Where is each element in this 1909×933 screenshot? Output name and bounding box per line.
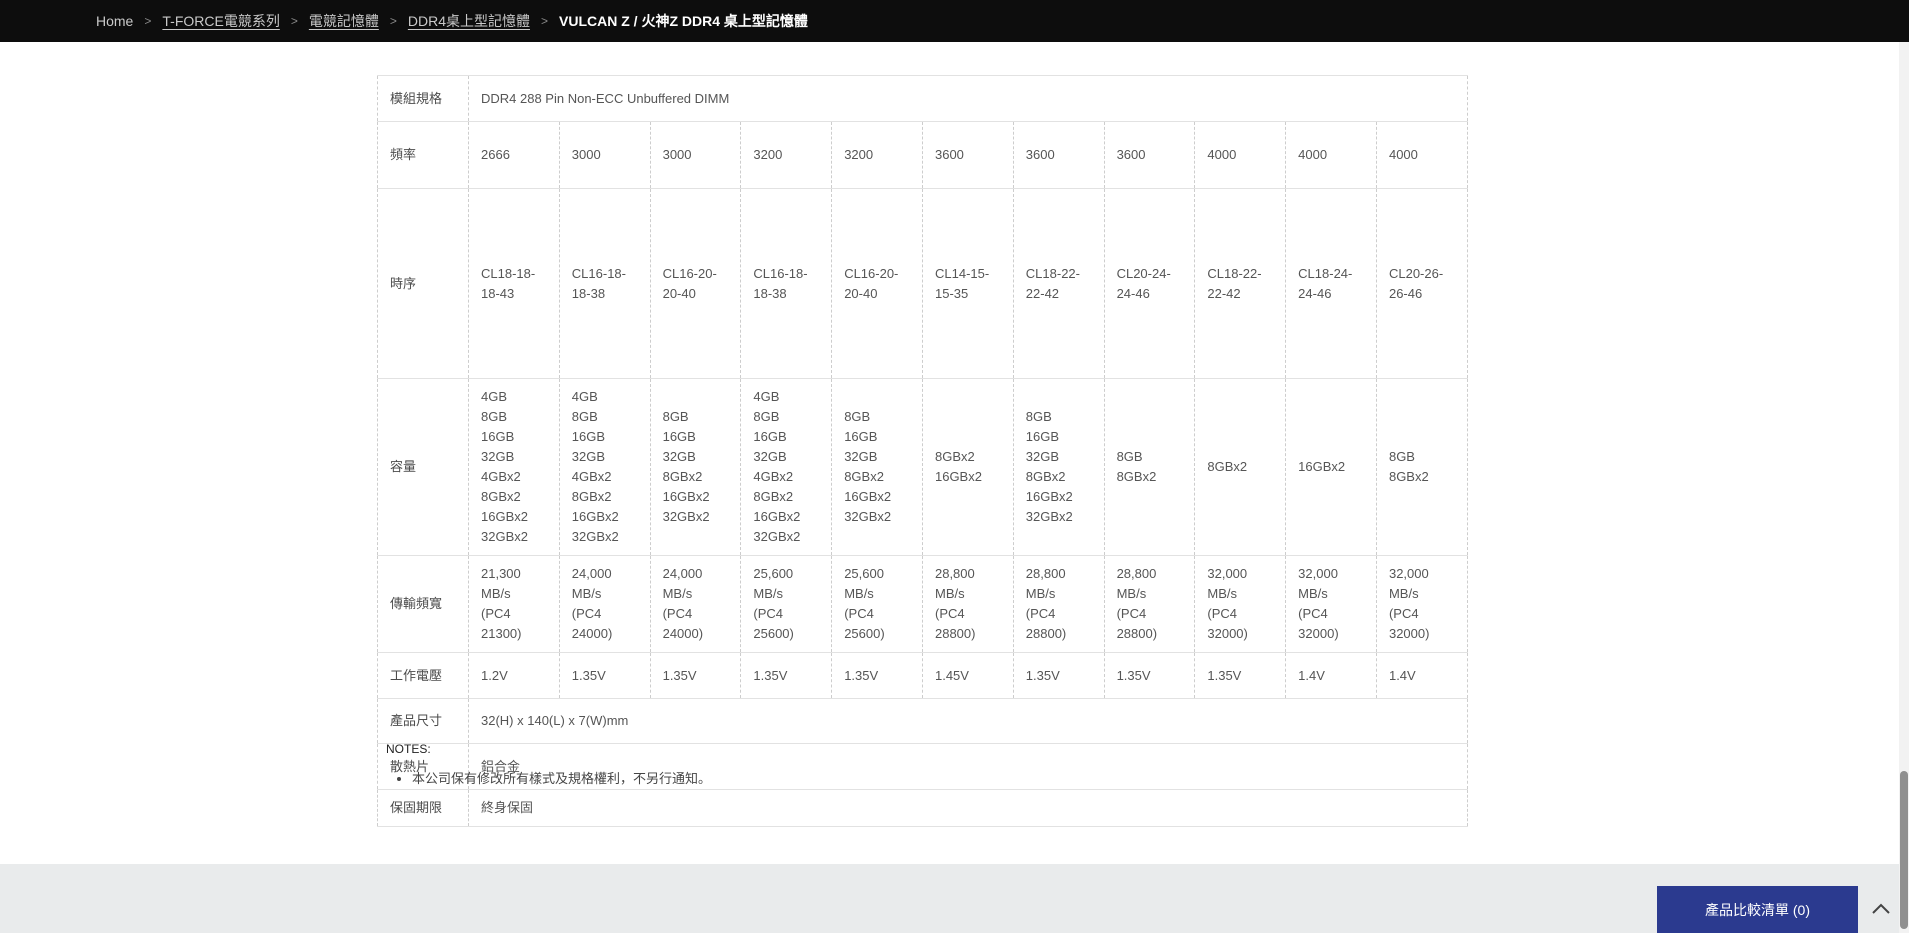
spec-cell: 28,800 MB/s (PC4 28800)	[1103, 555, 1195, 653]
spec-row-value: DDR4 288 Pin Non-ECC Unbuffered DIMM	[468, 75, 1468, 122]
spec-row: 產品尺寸 32(H) x 140(L) x 7(W)mm	[377, 698, 1468, 744]
spec-cell: 1.35V	[1194, 652, 1286, 699]
spec-row: 保固期限 終身保固	[377, 789, 1468, 827]
scrollbar[interactable]	[1899, 42, 1909, 933]
breadcrumb: Home > T-FORCE電競系列 > 電競記憶體 > DDR4桌上型記憶體 > VULCAN…	[96, 11, 808, 31]
spec-row-label: 容量	[377, 378, 469, 556]
spec-cell: 4GB 8GB 16GB 32GB 4GBx2 8GBx2 16GBx2 32G…	[740, 378, 832, 556]
collapse-compare-button[interactable]	[1869, 899, 1893, 919]
spec-cell: CL16-20- 20-40	[831, 188, 923, 379]
compare-list-button[interactable]: 產品比較清單 (0)	[1657, 886, 1858, 933]
spec-row-label: 時序	[377, 188, 469, 379]
spec-row: 工作電壓 1.2V 1.35V 1.35V 1.35V 1.35V 1.45V 1.35V 1.…	[377, 652, 1468, 699]
spec-row: 模組規格 DDR4 288 Pin Non-ECC Unbuffered DIMM	[377, 75, 1468, 122]
spec-cell: 8GB 16GB 32GB 8GBx2 16GBx2 32GBx2	[1012, 378, 1105, 556]
spec-cell: 1.35V	[831, 652, 923, 699]
spec-cell: CL16-20- 20-40	[649, 188, 741, 379]
spec-cell: 1.35V	[1012, 652, 1105, 699]
spec-cell: CL20-24- 24-46	[1103, 188, 1195, 379]
spec-cell: 8GB 8GBx2	[1375, 378, 1468, 556]
spec-cell: CL18-22- 22-42	[1194, 188, 1286, 379]
notes-list: 本公司保有修改所有樣式及規格權利，不另行通知。	[386, 769, 711, 788]
breadcrumb-link[interactable]: DDR4桌上型記憶體	[408, 11, 530, 31]
spec-cell: 8GBx2 16GBx2	[921, 378, 1014, 556]
spec-row: 傳輸頻寬 21,300 MB/s (PC4 21300) 24,000 MB/s (…	[377, 555, 1468, 653]
spec-cell: 8GB 8GBx2	[1103, 378, 1195, 556]
spec-cell: CL18-22- 22-42	[1012, 188, 1105, 379]
breadcrumb-separator: >	[540, 14, 548, 28]
spec-cell: 3000	[649, 121, 741, 189]
bottom-bar	[0, 864, 1909, 933]
scrollbar-thumb[interactable]	[1900, 771, 1908, 929]
spec-cell: 8GB 16GB 32GB 8GBx2 16GBx2 32GBx2	[649, 378, 741, 556]
spec-cell: 32,000 MB/s (PC4 32000)	[1194, 555, 1286, 653]
spec-cell: 3600	[921, 121, 1014, 189]
spec-row-label: 產品尺寸	[377, 698, 469, 744]
spec-row-label: 模組規格	[377, 75, 469, 122]
spec-row-label: 傳輸頻寬	[377, 555, 469, 653]
spec-row: 時序 CL18-18- 18-43 CL16-18- 18-38 CL16-20- 2…	[377, 188, 1468, 379]
spec-cell: 4000	[1285, 121, 1377, 189]
note-item: 本公司保有修改所有樣式及規格權利，不另行通知。	[412, 769, 711, 788]
spec-cell: 8GBx2	[1194, 378, 1286, 556]
spec-cell: 1.45V	[921, 652, 1014, 699]
notes-section: NOTES: 本公司保有修改所有樣式及規格權利，不另行通知。	[386, 742, 711, 788]
chevron-up-icon	[1872, 903, 1890, 914]
breadcrumb-link[interactable]: 電競記憶體	[309, 11, 379, 31]
breadcrumb-link[interactable]: T-FORCE電競系列	[162, 11, 279, 31]
spec-cell: 4GB 8GB 16GB 32GB 4GBx2 8GBx2 16GBx2 32G…	[558, 378, 651, 556]
spec-cell: 1.2V	[468, 652, 560, 699]
main-content: 模組規格 DDR4 288 Pin Non-ECC Unbuffered DIMM…	[0, 42, 1909, 864]
spec-cell: 1.35V	[1103, 652, 1195, 699]
spec-cell: CL18-18- 18-43	[468, 188, 560, 379]
spec-cell: 32,000 MB/s (PC4 32000)	[1375, 555, 1468, 653]
spec-row-label: 頻率	[377, 121, 469, 189]
spec-cell: 25,600 MB/s (PC4 25600)	[831, 555, 923, 653]
spec-cell: 4GB 8GB 16GB 32GB 4GBx2 8GBx2 16GBx2 32G…	[468, 378, 560, 556]
spec-cell: CL20-26- 26-46	[1375, 188, 1468, 379]
spec-cell: 1.35V	[649, 652, 741, 699]
spec-row-value: 終身保固	[468, 789, 1468, 827]
spec-table: 模組規格 DDR4 288 Pin Non-ECC Unbuffered DIMM…	[377, 75, 1468, 827]
breadcrumb-bar: Home > T-FORCE電競系列 > 電競記憶體 > DDR4桌上型記憶體 > VULCAN…	[0, 0, 1909, 42]
breadcrumb-separator: >	[144, 14, 152, 28]
spec-cell: 3600	[1012, 121, 1105, 189]
spec-cell: 24,000 MB/s (PC4 24000)	[649, 555, 741, 653]
breadcrumb-separator: >	[290, 14, 298, 28]
breadcrumb-separator: >	[389, 14, 397, 28]
spec-cell: 16GBx2	[1285, 378, 1377, 556]
spec-cell: 4000	[1194, 121, 1286, 189]
spec-cell: CL16-18- 18-38	[558, 188, 651, 379]
spec-cell: 3600	[1103, 121, 1195, 189]
spec-cell: 24,000 MB/s (PC4 24000)	[558, 555, 651, 653]
breadcrumb-link[interactable]: Home	[96, 13, 133, 29]
spec-row-label: 工作電壓	[377, 652, 469, 699]
spec-cell: 8GB 16GB 32GB 8GBx2 16GBx2 32GBx2	[831, 378, 923, 556]
spec-cell: CL16-18- 18-38	[740, 188, 832, 379]
spec-cell: CL18-24- 24-46	[1285, 188, 1377, 379]
spec-cell: 3200	[740, 121, 832, 189]
spec-cell: CL14-15- 15-35	[921, 188, 1014, 379]
spec-row-value: 32(H) x 140(L) x 7(W)mm	[468, 698, 1468, 744]
spec-cell: 1.35V	[740, 652, 832, 699]
spec-cell: 3000	[558, 121, 651, 189]
spec-row: 頻率 2666 3000 3000 3200 3200 3600 3600 3600 4000 40…	[377, 121, 1468, 189]
spec-cell: 1.4V	[1285, 652, 1377, 699]
spec-cell: 28,800 MB/s (PC4 28800)	[921, 555, 1014, 653]
spec-cell: 3200	[831, 121, 923, 189]
spec-cell: 1.35V	[558, 652, 651, 699]
spec-cell: 2666	[468, 121, 560, 189]
breadcrumb-current: VULCAN Z / 火神Z DDR4 桌上型記憶體	[559, 13, 808, 29]
spec-row-label: 保固期限	[377, 789, 469, 827]
spec-cell: 32,000 MB/s (PC4 32000)	[1285, 555, 1377, 653]
spec-row: 容量 4GB 8GB 16GB 32GB 4GBx2 8GBx2 16GBx2 3…	[377, 378, 1468, 556]
spec-cell: 25,600 MB/s (PC4 25600)	[740, 555, 832, 653]
spec-cell: 28,800 MB/s (PC4 28800)	[1012, 555, 1105, 653]
spec-cell: 21,300 MB/s (PC4 21300)	[468, 555, 560, 653]
notes-title: NOTES:	[386, 742, 431, 756]
spec-cell: 4000	[1375, 121, 1468, 189]
spec-cell: 1.4V	[1375, 652, 1468, 699]
